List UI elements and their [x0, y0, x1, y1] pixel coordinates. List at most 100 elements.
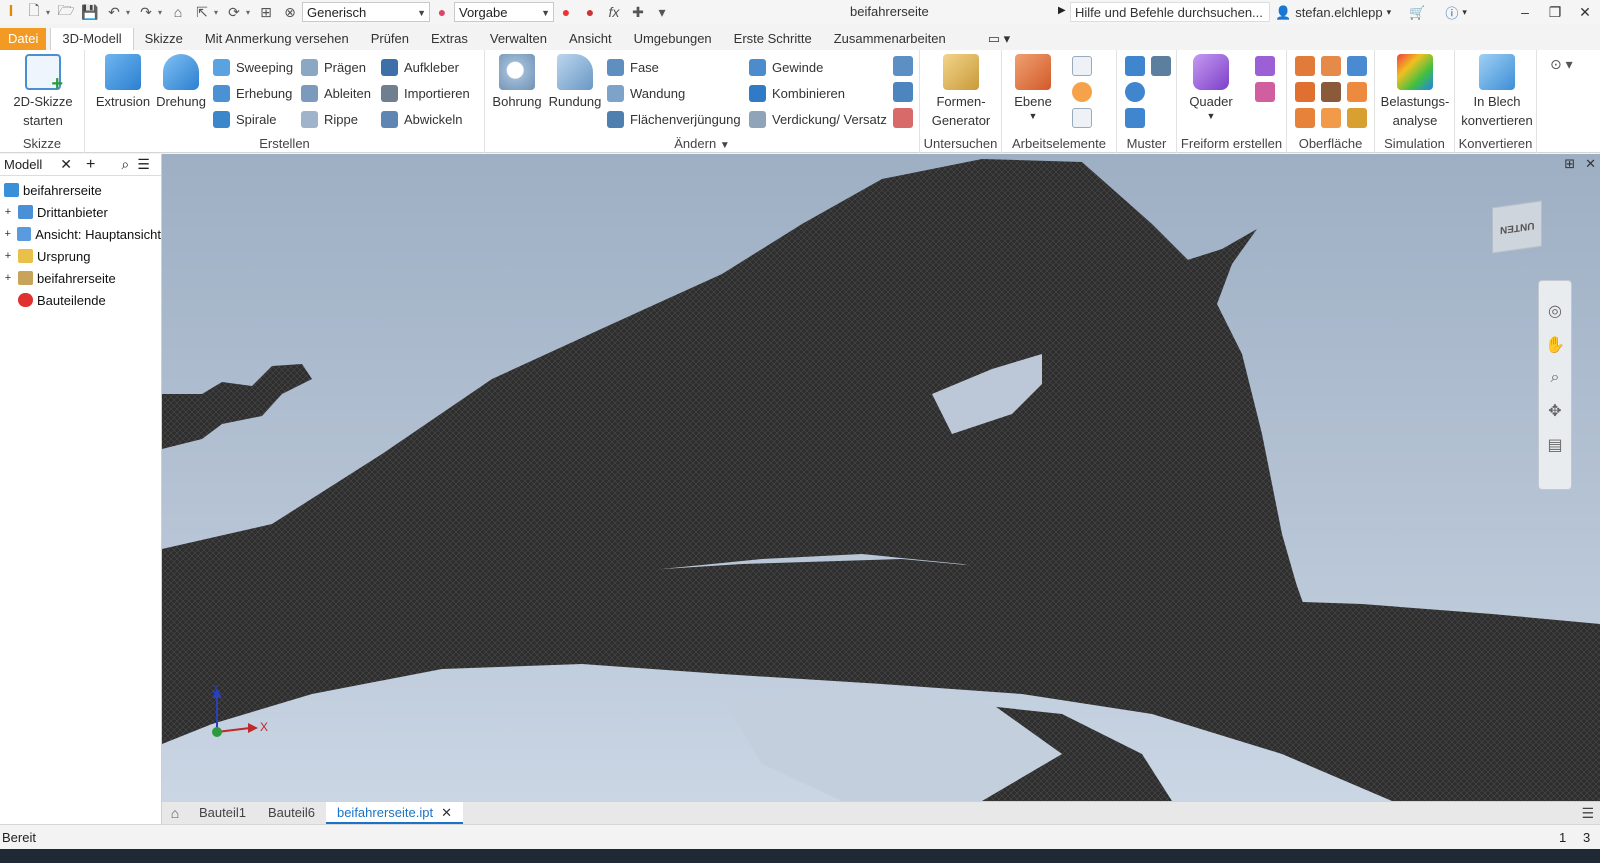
sculpt-icon[interactable]	[1347, 56, 1367, 76]
gewinde-button[interactable]: Gewinde	[749, 56, 823, 78]
zoom-icon[interactable]: ⌕	[1551, 369, 1560, 387]
verdickung-button[interactable]: Verdickung/ Versatz	[749, 108, 887, 130]
formen-generator-button[interactable]: Formen-Generator	[924, 54, 998, 130]
in-blech-konvertieren-button[interactable]: In Blech konvertieren	[1459, 54, 1535, 130]
look-at-icon[interactable]: ▤	[1547, 435, 1562, 455]
praegen-button[interactable]: Prägen	[301, 56, 366, 78]
doc-tab-beifahrerseite[interactable]: beifahrerseite.ipt ✕	[325, 802, 463, 824]
tab-extras[interactable]: Extras	[420, 28, 479, 50]
chevron-down-icon[interactable]: ▼	[1181, 111, 1241, 121]
rippe-button[interactable]: Rippe	[301, 108, 358, 130]
sweeping-button[interactable]: Sweeping	[213, 56, 293, 78]
tab-umgebungen[interactable]: Umgebungen	[623, 28, 723, 50]
material-sphere-icon[interactable]: ⊗	[278, 1, 302, 23]
tree-node-mesh[interactable]: + beifahrerseite	[0, 267, 161, 289]
restore-icon[interactable]: ❐	[1540, 0, 1570, 24]
app-logo-icon[interactable]: I	[0, 0, 22, 24]
update-icon[interactable]: ⟳	[222, 1, 246, 23]
update-dropdown-icon[interactable]: ▾	[246, 8, 254, 17]
maximize-icon[interactable]: ⊞	[1564, 156, 1575, 172]
start-2d-sketch-button[interactable]: + 2D-Skizze starten	[6, 54, 80, 130]
viewcube[interactable]: UNTEN	[1492, 200, 1542, 254]
tree-node-ansicht[interactable]: + Ansicht: Hauptansicht	[0, 223, 161, 245]
doc-tab-bauteil1[interactable]: Bauteil1	[188, 802, 257, 824]
tree-node-root[interactable]: beifahrerseite	[0, 179, 161, 201]
save-icon[interactable]: 💾	[78, 1, 102, 23]
move-face-icon[interactable]	[893, 82, 913, 102]
importieren-button[interactable]: Importieren	[381, 82, 470, 104]
rundung-button[interactable]: Rundung	[545, 54, 605, 111]
browser-tab-modell[interactable]: Modell	[0, 157, 47, 172]
close-icon[interactable]: ✕	[1570, 0, 1600, 24]
repair-bodies-icon[interactable]	[1347, 108, 1367, 128]
help-icon[interactable]: ⓘ	[1445, 3, 1458, 22]
kombinieren-button[interactable]: Kombinieren	[749, 82, 845, 104]
work-point-icon[interactable]	[1072, 82, 1092, 102]
close-icon[interactable]: ✕	[1585, 156, 1596, 172]
redo-icon[interactable]: ↷	[134, 1, 158, 23]
sketch-pattern-icon[interactable]	[1125, 108, 1145, 128]
undo-dropdown-icon[interactable]: ▾	[126, 8, 134, 17]
belastungsanalyse-button[interactable]: Belastungs-analyse	[1379, 54, 1451, 130]
freeform-face-icon[interactable]	[1255, 56, 1275, 76]
stitch-icon[interactable]	[1295, 56, 1315, 76]
steering-wheel-icon[interactable]: ◎	[1548, 301, 1562, 321]
trim-icon[interactable]	[1295, 82, 1315, 102]
flaechenverjuengung-button[interactable]: Flächenverjüngung	[607, 108, 741, 130]
appearance-icon[interactable]: ●	[430, 1, 454, 23]
ucs-icon[interactable]	[1072, 108, 1092, 128]
ribbon-options-icon[interactable]: ⊙ ▾	[1550, 56, 1573, 73]
doc-tab-bauteil6[interactable]: Bauteil6	[257, 802, 326, 824]
extrusion-button[interactable]: Extrusion	[93, 54, 153, 111]
tab-datei[interactable]: Datei	[0, 28, 47, 50]
circular-pattern-icon[interactable]	[1125, 82, 1145, 102]
tab-ansicht[interactable]: Ansicht	[558, 28, 623, 50]
erhebung-button[interactable]: Erhebung	[213, 82, 292, 104]
spirale-button[interactable]: Spirale	[213, 108, 276, 130]
convert-freeform-icon[interactable]	[1255, 82, 1275, 102]
menu-icon[interactable]: ☰	[1581, 805, 1594, 822]
expand-icon[interactable]: ▶	[1058, 5, 1066, 16]
clear-appearance-icon[interactable]: ●	[578, 1, 602, 23]
tree-node-drittanbieter[interactable]: + Drittanbieter	[0, 201, 161, 223]
tree-node-bauteilende[interactable]: Bauteilende	[0, 289, 161, 311]
delete-surface-icon[interactable]	[1321, 82, 1341, 102]
tree-node-ursprung[interactable]: + Ursprung	[0, 245, 161, 267]
work-axis-icon[interactable]	[1072, 56, 1092, 76]
wandung-button[interactable]: Wandung	[607, 82, 685, 104]
tab-3d-modell[interactable]: 3D-Modell	[50, 28, 134, 50]
extend-icon[interactable]	[1347, 82, 1367, 102]
tab-verwalten[interactable]: Verwalten	[479, 28, 558, 50]
tab-erste-schritte[interactable]: Erste Schritte	[723, 28, 823, 50]
tab-pruefen[interactable]: Prüfen	[360, 28, 420, 50]
graphics-viewport[interactable]: ⊞ ✕ UNTEN ◎ ✋ ⌕ ✥ ▤ Z X	[162, 154, 1600, 801]
fase-button[interactable]: Fase	[607, 56, 659, 78]
measure-icon[interactable]: ⊞	[254, 1, 278, 23]
appearance-combo[interactable]: Vorgabe ▼	[454, 2, 554, 22]
select-icon[interactable]: ⇱	[190, 1, 214, 23]
material-combo[interactable]: Generisch ▼	[302, 2, 430, 22]
expand-icon[interactable]: +	[3, 206, 13, 218]
rectangular-pattern-icon[interactable]	[1125, 56, 1145, 76]
chevron-down-icon[interactable]: ▼	[1008, 111, 1058, 121]
redo-dropdown-icon[interactable]: ▾	[158, 8, 166, 17]
tab-zusammenarbeiten[interactable]: Zusammenarbeiten	[823, 28, 957, 50]
undo-icon[interactable]: ↶	[102, 1, 126, 23]
close-icon[interactable]: ✕	[60, 156, 72, 173]
expand-icon[interactable]: +	[3, 228, 12, 240]
new-dropdown-icon[interactable]: ▾	[46, 8, 54, 17]
drehung-button[interactable]: Drehung	[151, 54, 211, 111]
delete-face-icon[interactable]	[893, 108, 913, 128]
ruled-surface-icon[interactable]	[1295, 108, 1315, 128]
mirror-icon[interactable]	[1151, 56, 1171, 76]
add-icon[interactable]: ✚	[626, 1, 650, 23]
expand-icon[interactable]: +	[3, 272, 13, 284]
close-icon[interactable]: ✕	[441, 805, 452, 820]
tab-skizze[interactable]: Skizze	[134, 28, 194, 50]
bohrung-button[interactable]: Bohrung	[489, 54, 545, 111]
help-search-input[interactable]: Hilfe und Befehle durchsuchen...	[1070, 2, 1270, 22]
ableiten-button[interactable]: Ableiten	[301, 82, 371, 104]
split-icon[interactable]	[893, 56, 913, 76]
orbit-icon[interactable]: ✥	[1548, 401, 1561, 421]
adjust-appearance-icon[interactable]: ●	[554, 1, 578, 23]
